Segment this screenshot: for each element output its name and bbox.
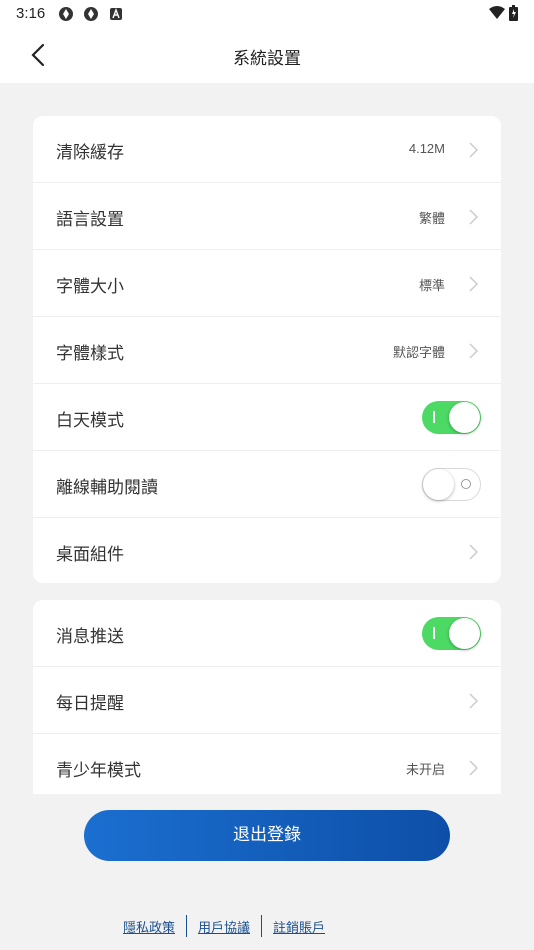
a-notification-icon bbox=[110, 8, 122, 20]
status-time: 3:16 bbox=[16, 5, 46, 22]
day-mode-row: 白天模式 bbox=[33, 384, 501, 451]
clear-cache-row[interactable]: 清除緩存 4.12M bbox=[33, 116, 501, 183]
divider bbox=[261, 915, 262, 937]
battery-icon bbox=[509, 5, 518, 21]
offline-reading-row: 離線輔助閱讀 bbox=[33, 451, 501, 518]
nav-bar: 系統設置 bbox=[0, 28, 534, 83]
desktop-widget-row[interactable]: 桌面組件 bbox=[33, 518, 501, 583]
delete-account-link[interactable]: 註銷賬戶 bbox=[273, 917, 325, 936]
footer-links: 隱私政策 用戶協議 註銷賬戶 bbox=[0, 915, 534, 937]
toggle-knob bbox=[423, 469, 454, 500]
row-label: 清除緩存 bbox=[56, 143, 124, 163]
divider bbox=[185, 915, 187, 937]
row-label: 青少年模式 bbox=[56, 761, 141, 781]
chevron-right-icon bbox=[469, 544, 479, 560]
row-label: 消息推送 bbox=[56, 627, 124, 647]
chevron-right-icon bbox=[469, 142, 479, 158]
logout-button[interactable]: 退出登錄 bbox=[84, 810, 450, 861]
chevron-right-icon bbox=[469, 209, 479, 225]
teen-mode-row[interactable]: 青少年模式 未开启 bbox=[33, 734, 501, 794]
daily-reminder-row[interactable]: 每日提醒 bbox=[33, 667, 501, 734]
row-label: 每日提醒 bbox=[56, 694, 124, 714]
day-mode-toggle[interactable] bbox=[422, 401, 481, 434]
font-style-value: 默認字體 bbox=[392, 345, 445, 360]
privacy-policy-link[interactable]: 隱私政策 bbox=[123, 917, 175, 936]
language-value: 繁體 bbox=[418, 211, 445, 226]
app-notification-icon bbox=[59, 7, 73, 21]
push-notification-row: 消息推送 bbox=[33, 600, 501, 667]
teen-mode-value: 未开启 bbox=[405, 762, 445, 777]
user-agreement-link[interactable]: 用戶協議 bbox=[198, 917, 250, 936]
cache-size-value: 4.12M bbox=[408, 141, 445, 156]
font-size-row[interactable]: 字體大小 標準 bbox=[33, 250, 501, 317]
wifi-icon bbox=[489, 6, 505, 19]
row-label: 字體樣式 bbox=[56, 344, 124, 364]
row-label: 離線輔助閱讀 bbox=[56, 478, 158, 498]
row-label: 字體大小 bbox=[56, 277, 124, 297]
settings-card-notifications: 消息推送 每日提醒 青少年模式 未开启 bbox=[33, 600, 501, 794]
offline-reading-toggle[interactable] bbox=[422, 468, 481, 501]
settings-card-general: 清除緩存 4.12M 語言設置 繁體 字體大小 標準 字體樣式 默認字體 白天模… bbox=[33, 116, 501, 583]
page-title: 系統設置 bbox=[233, 49, 301, 69]
chevron-right-icon bbox=[469, 693, 479, 709]
push-notification-toggle[interactable] bbox=[422, 617, 481, 650]
toggle-knob bbox=[449, 402, 480, 433]
chevron-right-icon bbox=[469, 343, 479, 359]
chevron-right-icon bbox=[469, 276, 479, 292]
row-label: 桌面組件 bbox=[56, 545, 124, 565]
toggle-knob bbox=[449, 618, 480, 649]
row-label: 白天模式 bbox=[56, 411, 124, 431]
app-notification-icon bbox=[84, 7, 98, 21]
status-bar: 3:16 bbox=[0, 0, 534, 28]
language-setting-row[interactable]: 語言設置 繁體 bbox=[33, 183, 501, 250]
font-style-row[interactable]: 字體樣式 默認字體 bbox=[33, 317, 501, 384]
chevron-right-icon bbox=[469, 760, 479, 776]
font-size-value: 標準 bbox=[418, 278, 445, 293]
row-label: 語言設置 bbox=[56, 210, 124, 230]
